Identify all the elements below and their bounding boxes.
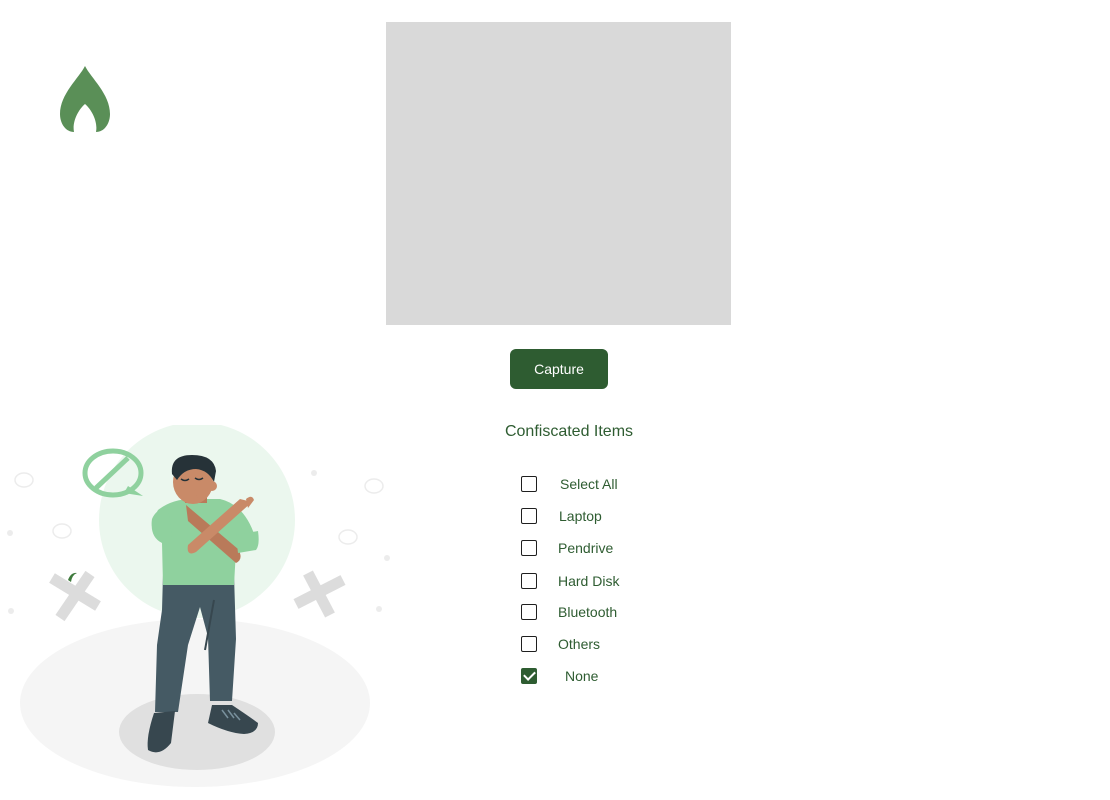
option-laptop[interactable]: Laptop <box>521 506 602 526</box>
option-label: Laptop <box>559 508 602 524</box>
option-label: Bluetooth <box>558 604 618 620</box>
option-none[interactable]: None <box>521 666 598 686</box>
option-label: Pendrive <box>558 540 614 556</box>
laptop-checkbox[interactable] <box>521 508 537 524</box>
hard-disk-checkbox[interactable] <box>521 573 537 589</box>
option-pendrive[interactable]: Pendrive <box>521 538 613 558</box>
option-label: Select All <box>560 476 618 492</box>
option-hard-disk[interactable]: Hard Disk <box>521 571 619 591</box>
option-label: Hard Disk <box>558 573 620 589</box>
camera-preview <box>386 22 731 325</box>
option-others[interactable]: Others <box>521 634 600 654</box>
person-crossed-arms-illustration <box>7 425 390 787</box>
others-checkbox[interactable] <box>521 636 537 652</box>
pendrive-checkbox[interactable] <box>521 540 537 556</box>
option-label: None <box>565 668 599 684</box>
flame-logo-icon <box>60 66 110 132</box>
none-checkbox[interactable] <box>521 668 537 684</box>
option-label: Others <box>558 636 601 652</box>
capture-button[interactable]: Capture <box>510 349 608 389</box>
option-select-all[interactable]: Select All <box>521 474 618 494</box>
confiscated-items-title: Confiscated Items <box>504 423 634 440</box>
bluetooth-checkbox[interactable] <box>521 604 537 620</box>
option-bluetooth[interactable]: Bluetooth <box>521 602 617 622</box>
select-all-checkbox[interactable] <box>521 476 537 492</box>
